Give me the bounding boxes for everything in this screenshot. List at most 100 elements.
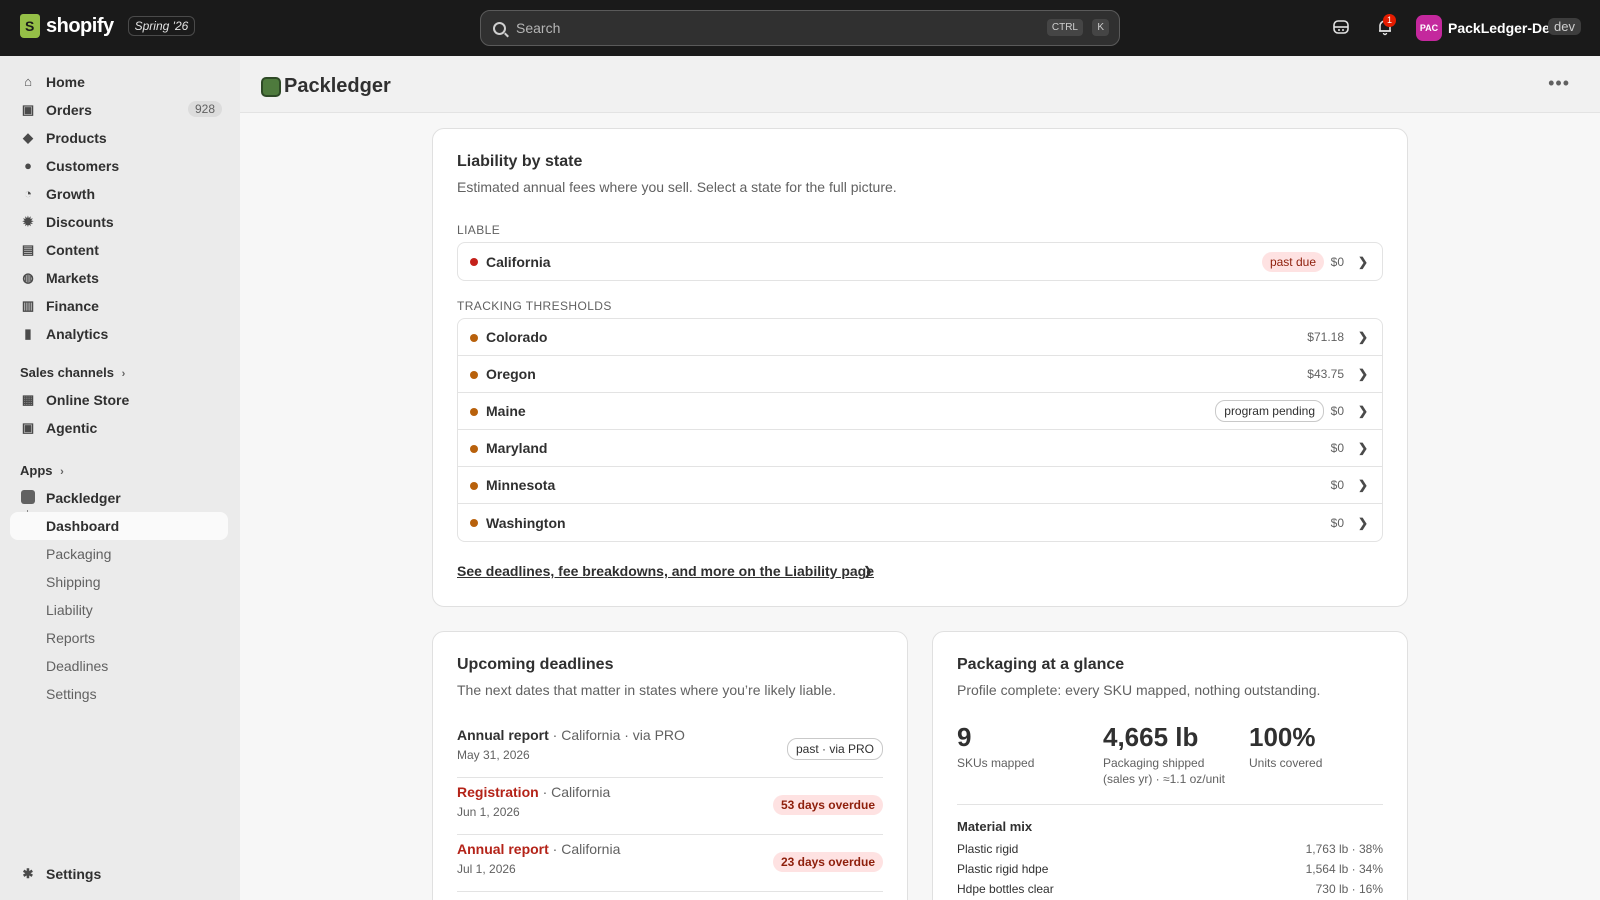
search-placeholder: Search (516, 20, 561, 36)
chevron-right-icon: ❯ (1357, 367, 1368, 381)
deadline-row[interactable]: Registration · California Jun 1, 2026 53… (457, 778, 883, 835)
stat-units-covered: 100% Units covered (1249, 722, 1322, 771)
sales-channels-heading[interactable]: Sales channels › (20, 365, 125, 380)
stat-label: Packaging shipped (1103, 756, 1205, 770)
liability-page-link[interactable]: See deadlines, fee breakdowns, and more … (457, 563, 874, 579)
status-dot (470, 519, 478, 527)
tag-icon: ◆ (23, 130, 33, 145)
liability-title: Liability by state (457, 153, 583, 170)
packledger-app-icon (20, 490, 36, 506)
deadline-row[interactable]: Annual report · California Jul 1, 2026 2… (457, 835, 883, 892)
stat-value: 100% (1249, 722, 1316, 752)
orders-count-badge: 928 (187, 101, 222, 117)
chevron-right-icon: ❯ (1357, 441, 1368, 455)
sidebar-subitem-liability[interactable]: Liability (10, 596, 228, 624)
state-row-washington[interactable]: Washington $0 ❯ (458, 504, 1382, 541)
packaging-title: Packaging at a glance (957, 656, 1125, 673)
state-name: Washington (486, 514, 566, 531)
sidebar-item-content[interactable]: ▤ Content (10, 236, 228, 264)
sidebar-item-label: Growth (46, 186, 95, 202)
deadline-title: Annual report · California (457, 841, 620, 857)
state-amount: $0 (1330, 478, 1344, 492)
sidebar-subitem-deadlines[interactable]: Deadlines (10, 652, 228, 680)
sidebar: ⌂ Home ▣ Orders 928 ◆ Products ● Customers ◔… (0, 56, 240, 900)
stat-packaging-shipped: 4,665 lb Packaging shipped (sales yr) · … (1103, 722, 1225, 787)
agentic-icon: ▣ (21, 420, 35, 435)
discount-icon: ✹ (22, 214, 34, 229)
shopify-logo[interactable]: shopify Spring '26 (20, 14, 196, 38)
sidebar-subitem-settings[interactable]: Settings (10, 680, 228, 708)
env-badge: dev (1548, 18, 1581, 35)
packaging-subtitle: Profile complete: every SKU mapped, noth… (957, 682, 1321, 698)
sidebar-item-discounts[interactable]: ✹ Discounts (10, 208, 228, 236)
deadline-date: Jun 1, 2026 (457, 805, 520, 819)
state-amount: $0 (1330, 515, 1344, 530)
shopify-bag-icon (20, 14, 40, 38)
search-input[interactable]: Search CTRL K (480, 10, 1120, 46)
deadlines-subtitle: The next dates that matter in states whe… (457, 682, 836, 698)
tracking-state-list: Colorado $71.18 ❯ Oregon $43.75 ❯ Maine … (457, 318, 1383, 542)
deadlines-card: Upcoming deadlines The next dates that m… (432, 631, 908, 900)
deadline-date: May 31, 2026 (457, 748, 530, 762)
deadline-row[interactable]: Annual report · California · via PRO May… (457, 721, 883, 778)
notification-badge: 1 (1383, 14, 1396, 27)
state-row-oregon[interactable]: Oregon $43.75 ❯ (458, 356, 1382, 393)
chevron-right-icon: ❯ (863, 564, 874, 578)
liability-card: Liability by state Estimated annual fees… (432, 128, 1408, 607)
sidebar-subitem-shipping[interactable]: Shipping (10, 568, 228, 596)
sidebar-subitem-reports[interactable]: Reports (10, 624, 228, 652)
sidebar-item-home[interactable]: ⌂ Home (10, 68, 228, 96)
apps-label: Apps (20, 463, 53, 478)
store-name[interactable]: PackLedger-Dev (1448, 20, 1558, 36)
sidebar-item-orders[interactable]: ▣ Orders 928 (10, 96, 228, 124)
gear-icon: ✱ (22, 866, 34, 881)
sidebar-item-label: Products (46, 130, 107, 146)
growth-icon: ◔ (24, 186, 32, 201)
stat-label: Units covered (1249, 756, 1323, 770)
chevron-right-icon: ❯ (1357, 478, 1368, 492)
state-row-maine[interactable]: Maine program pending $0 ❯ (458, 393, 1382, 430)
apps-heading[interactable]: Apps › (20, 463, 64, 478)
state-name: California (486, 253, 551, 270)
liability-subtitle: Estimated annual fees where you sell. Se… (457, 179, 897, 195)
sidebar-item-label: Markets (46, 270, 99, 286)
chevron-right-icon: › (121, 368, 126, 380)
overdue-badge: 23 days overdue (772, 852, 883, 872)
status-dot (470, 445, 478, 453)
state-row-minnesota[interactable]: Minnesota $0 ❯ (458, 467, 1382, 504)
sidebar-item-agentic[interactable]: ▣ Agentic (10, 414, 228, 442)
state-row-california[interactable]: California past due $0 ❯ (458, 243, 1382, 280)
sidebar-subitem-dashboard[interactable]: Dashboard (10, 512, 228, 540)
sidebar-item-online-store[interactable]: ▦ Online Store (10, 386, 228, 414)
sidebar-item-packledger[interactable]: Packledger (10, 484, 228, 512)
material-value: 1,763 lb · 38% (1305, 842, 1383, 856)
sidebar-item-customers[interactable]: ● Customers (10, 152, 228, 180)
material-name: Hdpe bottles clear (957, 882, 1054, 896)
sidekick-icon[interactable] (1331, 18, 1351, 38)
bank-icon: ▥ (21, 298, 35, 313)
sidebar-item-growth[interactable]: ◔ Growth (10, 180, 228, 208)
state-amount: $0 (1330, 441, 1344, 455)
deadline-detail: · California (548, 841, 621, 857)
deadline-detail: · California (538, 784, 611, 800)
avatar[interactable]: PAC (1416, 15, 1442, 41)
sidebar-item-settings[interactable]: ✱ Settings (10, 860, 228, 888)
deadline-status-badge: past · via PRO (786, 738, 883, 760)
state-row-maryland[interactable]: Maryland $0 ❯ (458, 430, 1382, 467)
state-row-colorado[interactable]: Colorado $71.18 ❯ (458, 319, 1382, 356)
more-actions-icon[interactable]: ••• (1548, 73, 1570, 94)
chevron-right-icon: ❯ (1357, 254, 1368, 269)
state-name: Minnesota (486, 477, 556, 493)
status-dot (470, 408, 478, 416)
chevron-right-icon: ❯ (1357, 404, 1368, 418)
sidebar-item-markets[interactable]: ◍ Markets (10, 264, 228, 292)
material-value: 730 lb · 16% (1315, 882, 1383, 896)
sidebar-item-finance[interactable]: ▥ Finance (10, 292, 228, 320)
sidebar-subitem-packaging[interactable]: Packaging (10, 540, 228, 568)
state-name: Maryland (486, 440, 548, 456)
sidebar-item-analytics[interactable]: ▮ Analytics (10, 320, 228, 348)
overdue-badge: 53 days overdue (772, 795, 883, 815)
sidebar-item-products[interactable]: ◆ Products (10, 124, 228, 152)
divider (957, 804, 1383, 805)
state-name: Oregon (486, 366, 536, 382)
